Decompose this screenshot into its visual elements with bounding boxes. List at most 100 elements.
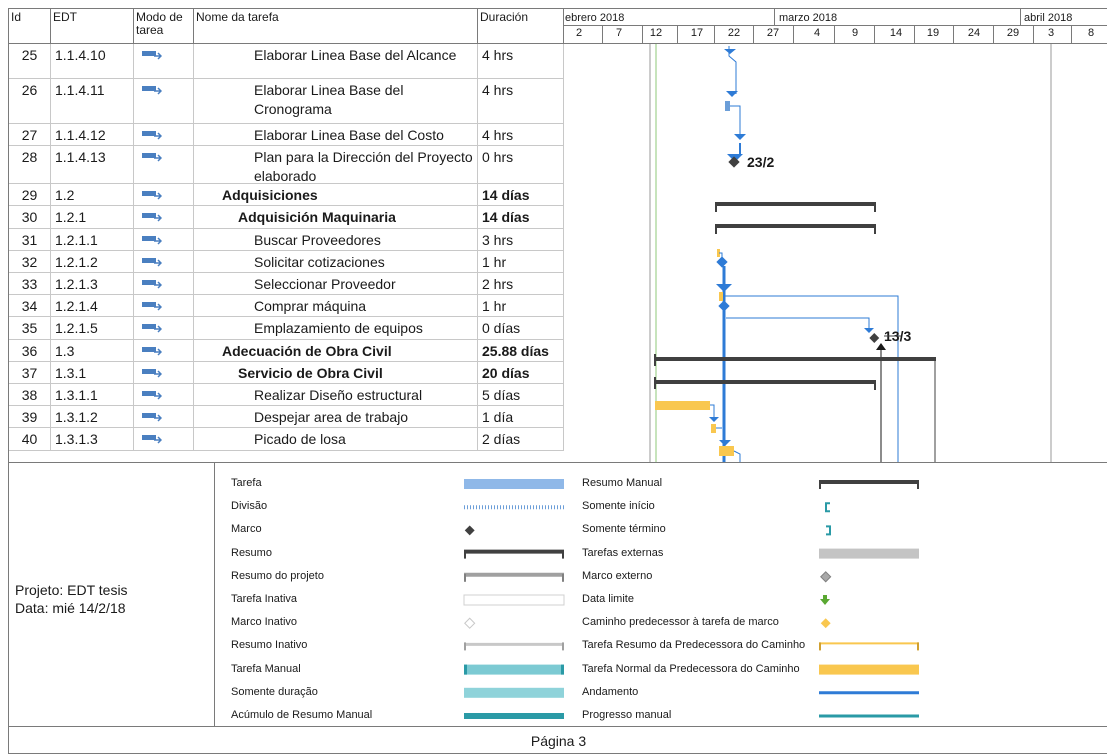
task-edt: 1.1.4.12 [51,124,134,145]
legend-sym-finish-only [826,525,831,536]
bar-task-39 [711,424,716,433]
task-duration[interactable]: 1 hr [478,295,564,316]
col-id-header[interactable]: Id [9,9,51,43]
task-name[interactable]: Elaborar Linea Base del Alcance [194,44,478,78]
task-row[interactable]: 35 1.2.1.5 Emplazamiento de equipos 0 días [9,317,564,340]
task-edt: 1.2.1.4 [51,295,134,316]
day-label: 9 [851,27,859,39]
task-duration[interactable]: 4 hrs [478,79,564,123]
task-edt: 1.1.4.11 [51,79,134,123]
col-name-header[interactable]: Nome da tarefa [194,9,478,43]
task-id: 36 [9,340,51,361]
task-duration[interactable]: 4 hrs [478,124,564,145]
task-row[interactable]: 36 1.3 Adecuación de Obra Civil 25.88 días [9,340,564,362]
task-name[interactable]: Adquisición Maquinaria [194,206,478,228]
task-duration[interactable]: 4 hrs [478,44,564,78]
task-name[interactable]: Adecuación de Obra Civil [194,340,478,361]
auto-schedule-icon [142,413,162,422]
task-row[interactable]: 32 1.2.1.2 Solicitar cotizaciones 1 hr [9,251,564,273]
task-name[interactable]: Elaborar Linea Base del Costo [194,124,478,145]
task-row[interactable]: 27 1.1.4.12 Elaborar Linea Base del Costo 4… [9,124,564,146]
day-tick [602,26,603,43]
col-mode-header[interactable]: Modo de tarea [134,9,194,43]
task-row[interactable]: 38 1.3.1.1 Realizar Diseño estructural 5 dí… [9,384,564,406]
legend-sym-path-predecessor-milestone [820,618,831,629]
task-duration[interactable]: 0 días [478,317,564,339]
task-name[interactable]: Realizar Diseño estructural [194,384,478,405]
month-label-apr: abril 2018 [1024,12,1073,24]
task-duration[interactable]: 20 días [478,362,564,383]
legend-sym-path-normal [819,664,919,675]
task-name[interactable]: Emplazamiento de equipos [194,317,478,339]
task-id: 31 [9,229,51,250]
gantt-chart: 23/2 13/3 [649,44,1052,462]
task-mode-cell [134,273,194,294]
auto-schedule-icon [142,51,162,60]
task-row[interactable]: 25 1.1.4.10 Elaborar Linea Base del Alcanc… [9,44,564,79]
day-label: 19 [926,27,940,39]
task-mode-cell [134,384,194,405]
task-duration[interactable]: 1 hr [478,251,564,272]
task-name[interactable]: Seleccionar Proveedor [194,273,478,294]
col-edt-header[interactable]: EDT [51,9,134,43]
task-row[interactable]: 29 1.2 Adquisiciones 14 días [9,184,564,206]
day-tick [642,26,643,43]
task-edt: 1.3.1.2 [51,406,134,427]
task-row[interactable]: 39 1.3.1.2 Despejar area de trabajo 1 día [9,406,564,428]
task-name[interactable]: Adquisiciones [194,184,478,205]
task-duration[interactable]: 3 hrs [478,229,564,250]
task-duration[interactable]: 1 día [478,406,564,427]
task-mode-cell [134,44,194,78]
day-label: 27 [766,27,780,39]
task-edt: 1.2 [51,184,134,205]
task-id: 39 [9,406,51,427]
task-row[interactable]: 33 1.2.1.3 Seleccionar Proveedor 2 hrs [9,273,564,295]
task-name[interactable]: Elaborar Linea Base del Cronograma [194,79,478,123]
task-name[interactable]: Servicio de Obra Civil [194,362,478,383]
task-id: 33 [9,273,51,294]
task-name[interactable]: Despejar area de trabajo [194,406,478,427]
link-36 [881,358,936,462]
task-mode-cell [134,206,194,228]
task-mode-cell [134,295,194,316]
task-duration[interactable]: 14 días [478,206,564,228]
month-label-feb: ebrero 2018 [565,12,625,24]
day-tick [834,26,835,43]
task-duration[interactable]: 5 días [478,384,564,405]
auto-schedule-icon [142,131,162,140]
timescale-divider [564,25,1107,26]
task-row[interactable]: 30 1.2.1 Adquisición Maquinaria 14 días [9,206,564,229]
task-row[interactable]: 31 1.2.1.1 Buscar Proveedores 3 hrs [9,229,564,251]
task-row[interactable]: 37 1.3.1 Servicio de Obra Civil 20 días [9,362,564,384]
task-name[interactable]: Comprar máquina [194,295,478,316]
task-edt: 1.2.1.2 [51,251,134,272]
legend-sym-task [464,479,564,489]
task-row[interactable]: 28 1.1.4.13 Plan para la Dirección del Pro… [9,146,564,184]
task-duration[interactable]: 25.88 días [478,340,564,361]
task-edt: 1.3.1.3 [51,428,134,450]
task-row[interactable]: 34 1.2.1.4 Comprar máquina 1 hr [9,295,564,317]
link-26-27 [730,105,741,136]
day-tick [993,26,994,43]
task-name[interactable]: Solicitar cotizaciones [194,251,478,272]
task-duration[interactable]: 0 hrs [478,146,564,183]
milestone-28-label: 23/2 [747,154,774,170]
task-name[interactable]: Picado de losa [194,428,478,450]
task-duration[interactable]: 2 días [478,428,564,450]
task-name[interactable]: Buscar Proveedores [194,229,478,250]
day-tick [793,26,794,43]
task-edt: 1.2.1.5 [51,317,134,339]
legend-sym-start-only [825,502,830,513]
task-row[interactable]: 26 1.1.4.11 Elaborar Linea Base del Cronog… [9,79,564,124]
day-tick [714,26,715,43]
task-id: 26 [9,79,51,123]
legend-symbols [463,479,919,719]
task-name[interactable]: Plan para la Dirección del Proyecto elab… [194,146,478,184]
task-mode-cell [134,229,194,250]
col-duration-header[interactable]: Duración [478,9,564,43]
task-row[interactable]: 40 1.3.1.3 Picado de losa 2 días [9,428,564,451]
task-duration[interactable]: 14 días [478,184,564,205]
arrow-40 [719,440,731,446]
task-mode-cell [134,251,194,272]
task-duration[interactable]: 2 hrs [478,273,564,294]
